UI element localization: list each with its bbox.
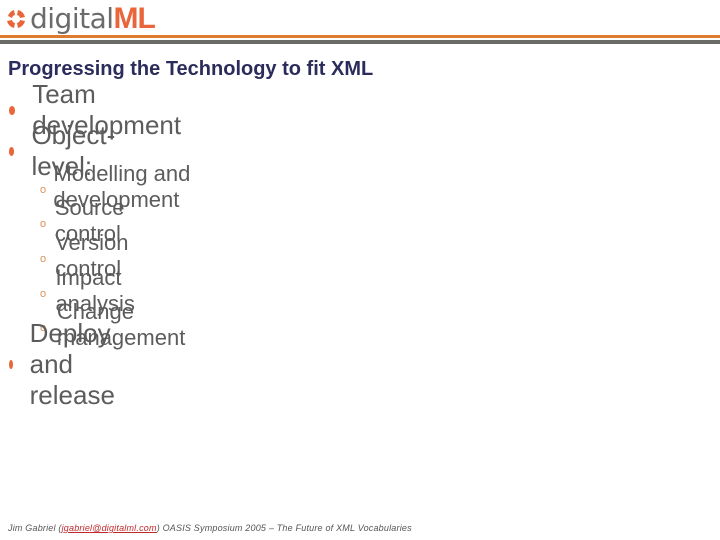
bullet-dot-icon bbox=[9, 146, 15, 156]
footer: Jim Gabriel (jgabriel@digitalml.com) OAS… bbox=[8, 523, 412, 533]
logo-text-ml: ML bbox=[113, 2, 156, 35]
header-rule-gray bbox=[0, 40, 720, 44]
footer-event: ) OASIS Symposium 2005 – The Future of X… bbox=[156, 523, 412, 533]
bullet-circle-icon: o bbox=[40, 184, 47, 196]
bullet-item: Deploy and release bbox=[8, 318, 120, 410]
logo-mark-icon bbox=[7, 10, 25, 28]
bullet-circle-icon: o bbox=[40, 288, 47, 300]
slide-title: Progressing the Technology to fit XML bbox=[8, 58, 374, 80]
bullet-dot-icon bbox=[9, 359, 13, 369]
bullet-circle-icon: o bbox=[40, 218, 47, 230]
digitalml-logo: digital ML bbox=[4, 2, 156, 35]
bullet-dot-icon bbox=[9, 105, 16, 115]
bullet-text: Deploy and release bbox=[29, 317, 115, 410]
footer-author: Jim Gabriel ( bbox=[8, 523, 62, 533]
bullet-circle-icon: o bbox=[40, 253, 47, 265]
logo-text-digital: digital bbox=[30, 2, 114, 35]
header-rule-orange bbox=[0, 35, 720, 38]
footer-email-link[interactable]: jgabriel@digitalml.com bbox=[62, 523, 157, 533]
